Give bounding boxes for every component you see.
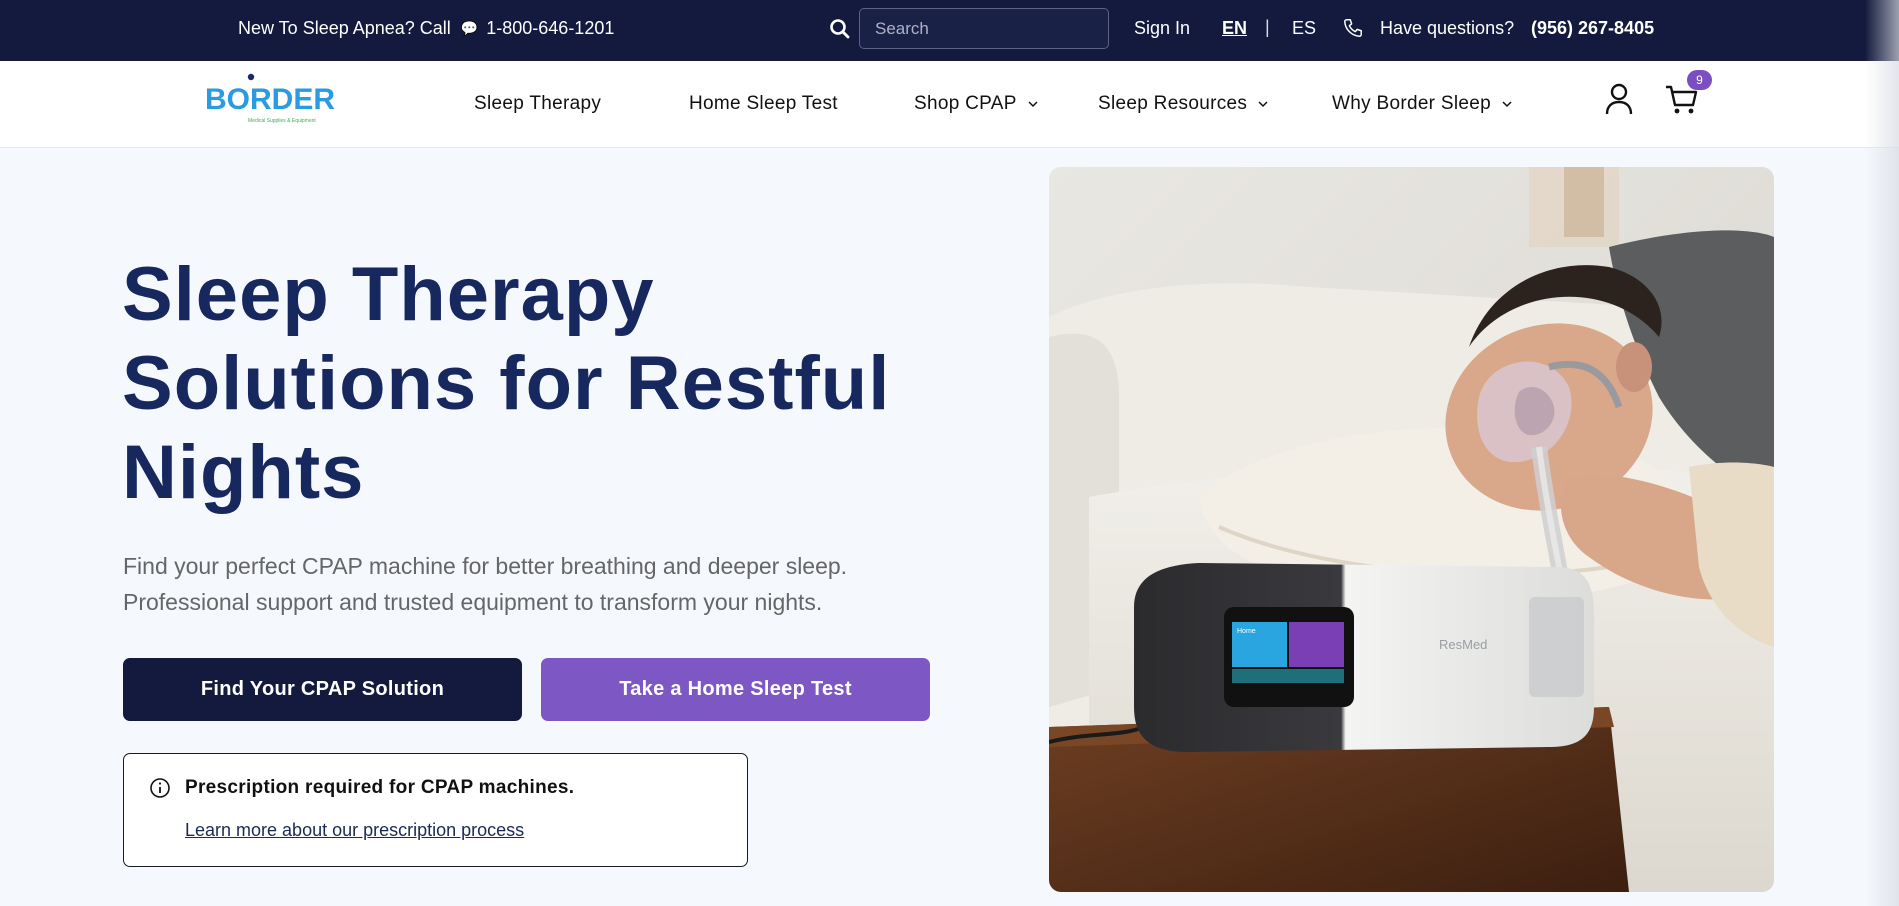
nav-why-border-sleep[interactable]: Why Border Sleep bbox=[1332, 93, 1513, 115]
logo-wordmark: BORDER bbox=[205, 83, 336, 116]
cart-count-badge: 9 bbox=[1687, 70, 1712, 90]
hero-heading: Sleep Therapy Solutions for Restful Nigh… bbox=[122, 250, 922, 517]
nav-sleep-resources[interactable]: Sleep Resources bbox=[1098, 93, 1269, 115]
promo-text: New To Sleep Apnea? Call bbox=[238, 18, 451, 38]
nav-shop-cpap[interactable]: Shop CPAP bbox=[914, 93, 1039, 115]
chat-icon: 💬 bbox=[460, 20, 479, 36]
hero-heading-line: Solutions for Restful bbox=[122, 341, 891, 426]
promo-callout: New To Sleep Apnea? Call 💬 1-800-646-120… bbox=[238, 18, 614, 39]
take-sleep-test-button[interactable]: Take a Home Sleep Test bbox=[541, 658, 930, 721]
search-input[interactable] bbox=[860, 9, 1108, 48]
sign-in-link[interactable]: Sign In bbox=[1134, 18, 1190, 39]
device-brand-text: ResMed bbox=[1439, 637, 1487, 652]
nav-item-label: Home Sleep Test bbox=[689, 93, 838, 114]
language-en-link[interactable]: EN bbox=[1222, 18, 1247, 39]
nav-item-label: Sleep Therapy bbox=[474, 93, 602, 114]
nav-item-label: Shop CPAP bbox=[914, 93, 1017, 114]
find-cpap-button[interactable]: Find Your CPAP Solution bbox=[123, 658, 522, 721]
chevron-down-icon bbox=[1258, 101, 1268, 108]
language-separator: | bbox=[1265, 17, 1270, 37]
search-icon[interactable] bbox=[828, 17, 852, 41]
hero-heading-line: Nights bbox=[122, 430, 365, 515]
promo-phone-link[interactable]: 1-800-646-1201 bbox=[486, 18, 614, 39]
notice-title: Prescription required for CPAP machines. bbox=[185, 777, 575, 798]
language-es-link[interactable]: ES bbox=[1292, 18, 1316, 39]
hero-subtitle: Find your perfect CPAP machine for bette… bbox=[123, 548, 943, 620]
questions-phone-link[interactable]: (956) 267-8405 bbox=[1531, 18, 1654, 39]
nav-item-label: Why Border Sleep bbox=[1332, 93, 1491, 114]
phone-icon bbox=[1344, 19, 1362, 37]
nav-home-sleep-test[interactable]: Home Sleep Test bbox=[689, 93, 838, 115]
search-box bbox=[859, 8, 1109, 49]
info-icon bbox=[150, 778, 170, 798]
page-edge-shadow bbox=[1865, 0, 1899, 906]
device-screen-label: Home bbox=[1237, 628, 1256, 635]
main-navigation: BORDER Medical Supplies & Equipment Slee… bbox=[0, 61, 1899, 148]
hero-heading-line: Sleep Therapy bbox=[122, 252, 655, 337]
nav-sleep-therapy[interactable]: Sleep Therapy bbox=[474, 93, 601, 115]
hero-subtitle-line: Professional support and trusted equipme… bbox=[123, 589, 823, 615]
prescription-notice: Prescription required for CPAP machines.… bbox=[123, 753, 748, 867]
chevron-down-icon bbox=[1502, 101, 1512, 108]
top-bar: New To Sleep Apnea? Call 💬 1-800-646-120… bbox=[0, 0, 1899, 61]
chevron-down-icon bbox=[1028, 101, 1038, 108]
hero-image: Home ResMed bbox=[1049, 167, 1774, 892]
nav-item-label: Sleep Resources bbox=[1098, 93, 1248, 114]
logo-tagline: Medical Supplies & Equipment bbox=[248, 118, 316, 124]
prescription-process-link[interactable]: Learn more about our prescription proces… bbox=[185, 820, 524, 841]
wheelchair-figure-icon bbox=[247, 73, 255, 81]
hero-subtitle-line: Find your perfect CPAP machine for bette… bbox=[123, 553, 848, 579]
user-account-icon[interactable] bbox=[1604, 82, 1634, 116]
border-logo[interactable]: BORDER Medical Supplies & Equipment bbox=[205, 71, 335, 124]
questions-text: Have questions? bbox=[1380, 18, 1515, 38]
